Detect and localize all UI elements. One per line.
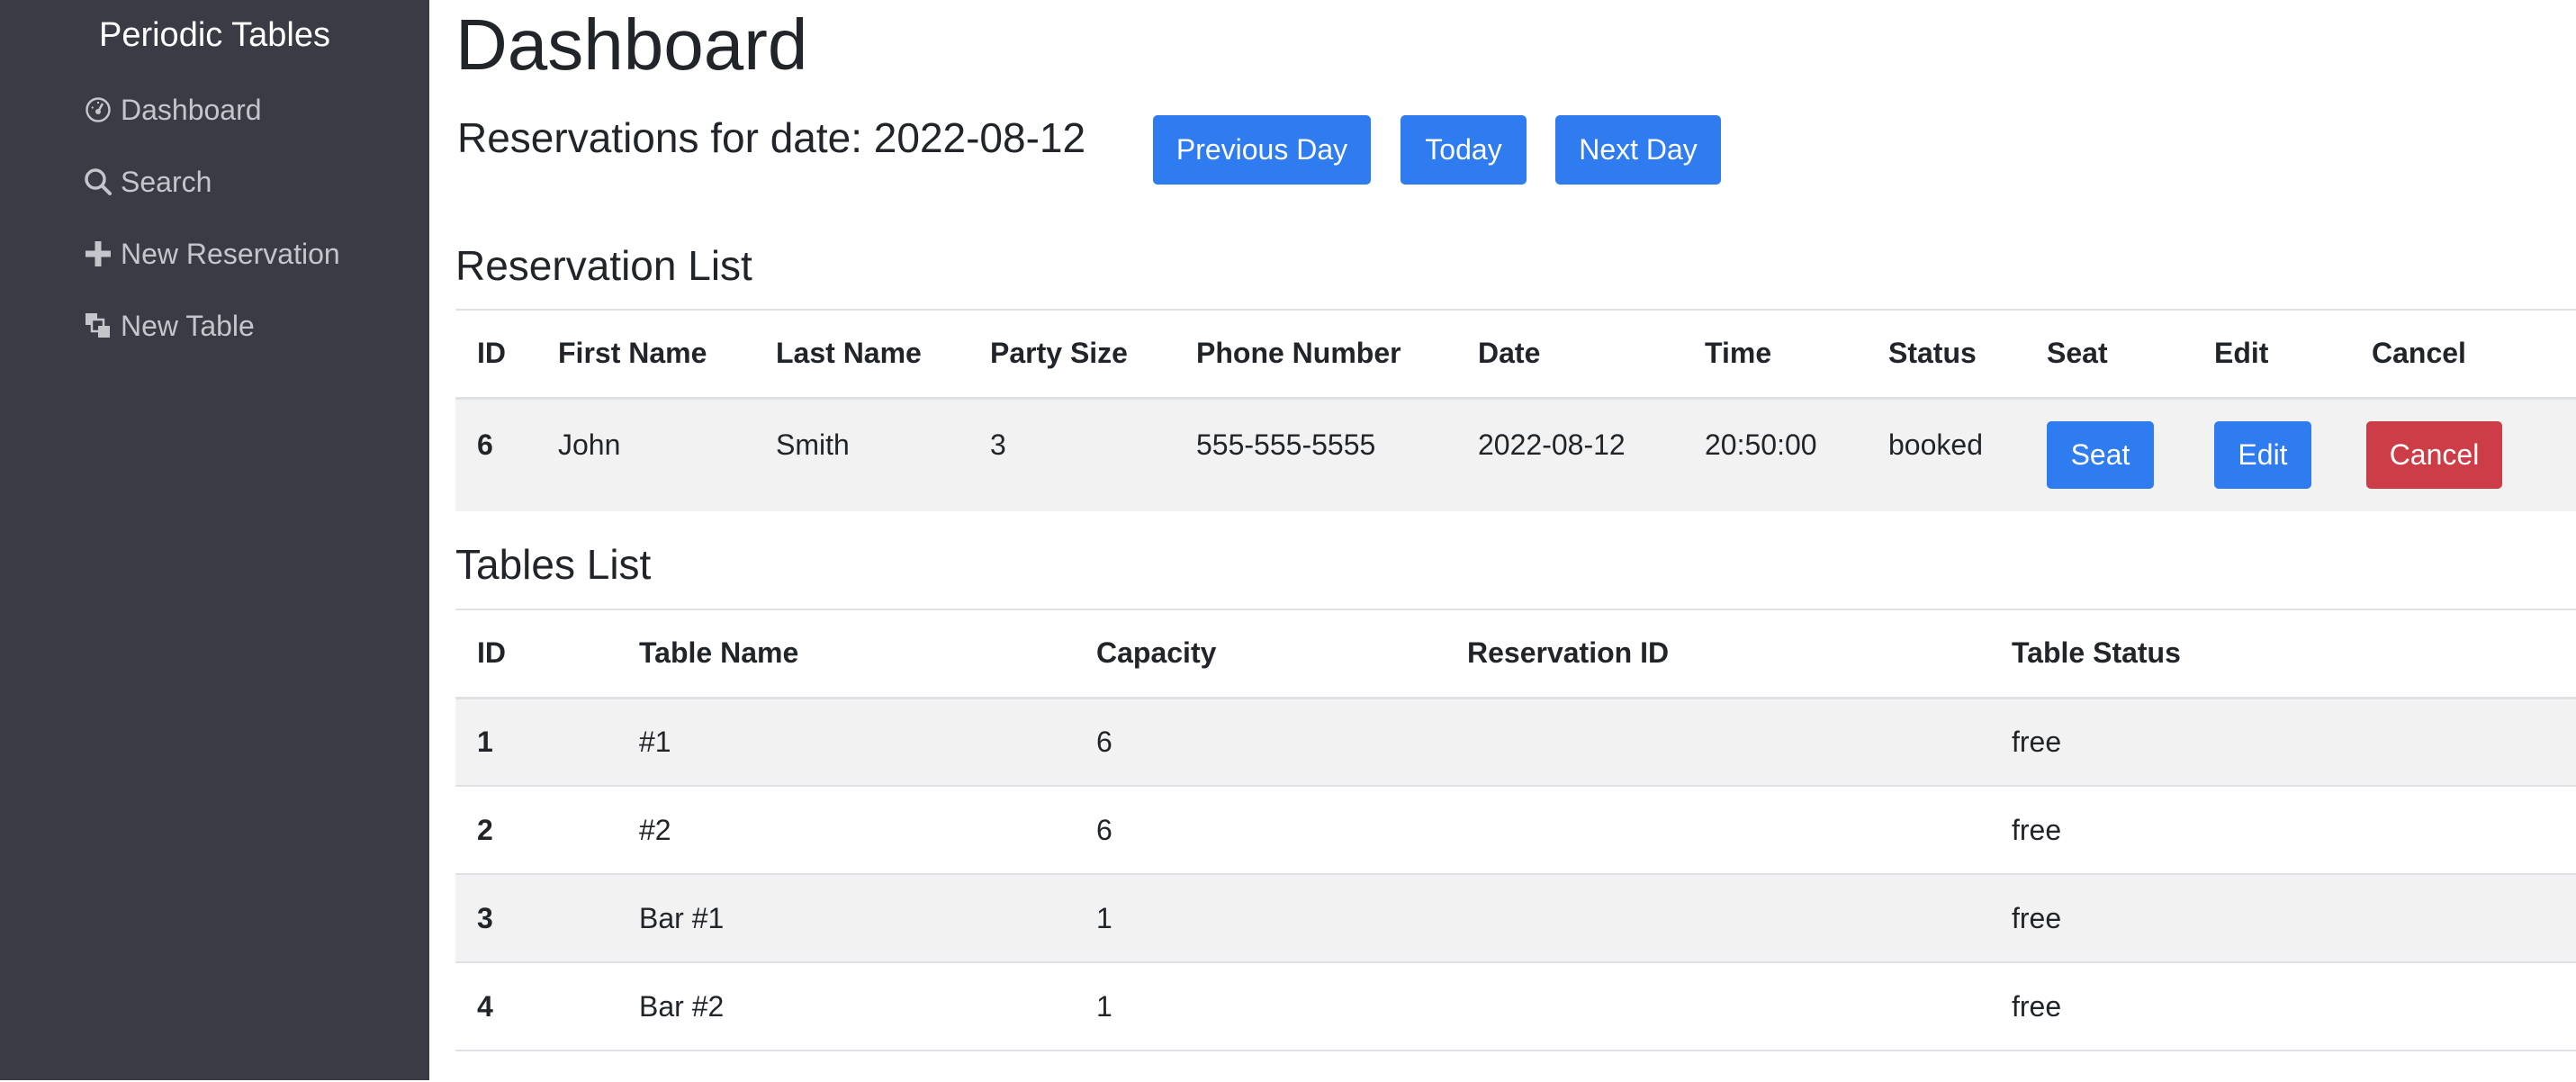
table-header-row: ID First Name Last Name Party Size Phone…: [455, 310, 2576, 398]
column-header: ID: [477, 636, 506, 670]
table-header-row: ID Table Name Capacity Reservation ID Ta…: [455, 609, 2576, 698]
column-header: Time: [1705, 337, 1772, 370]
column-header: Date: [1478, 337, 1541, 370]
table-name: Bar #1: [639, 901, 725, 934]
sidebar-item-new-table[interactable]: New Table: [83, 303, 255, 348]
reservation-status: booked: [1888, 428, 1983, 462]
column-header: First Name: [558, 337, 707, 370]
table-row: 1 #1 6 free: [455, 698, 2576, 786]
table-capacity: 1: [1096, 901, 1112, 934]
page-title: Dashboard: [455, 5, 808, 85]
table-row: 4 Bar #2 1 free: [455, 962, 2576, 1050]
table-capacity: 6: [1096, 813, 1112, 846]
sidebar-item-label: New Table: [121, 309, 255, 342]
seat-cell: Seat: [2025, 398, 2193, 511]
table-capacity: 1: [1096, 989, 1112, 1023]
search-icon: [83, 167, 113, 197]
sidebar: Periodic Tables Dashboard Search New Res…: [0, 0, 429, 1080]
table-id: 1: [477, 725, 493, 758]
table-id: 4: [477, 989, 493, 1023]
sidebar-item-label: New Reservation: [121, 237, 340, 270]
last-name: Smith: [776, 428, 850, 462]
tables-table: ID Table Name Capacity Reservation ID Ta…: [455, 609, 2576, 1051]
column-header: Edit: [2214, 337, 2269, 370]
column-header: Cancel: [2372, 337, 2466, 370]
edit-button[interactable]: Edit: [2214, 421, 2311, 490]
reservation-list-title: Reservation List: [455, 242, 752, 289]
previous-day-button[interactable]: Previous Day: [1153, 115, 1371, 185]
column-header: Seat: [2047, 337, 2108, 370]
column-header: Last Name: [776, 337, 922, 370]
table-row: 2 #2 6 free: [455, 786, 2576, 874]
column-header: Party Size: [990, 337, 1128, 370]
table-status: free: [2012, 901, 2062, 934]
main-content: Dashboard Reservations for date: 2022-08…: [429, 0, 2576, 1082]
column-header: Reservation ID: [1467, 636, 1670, 670]
today-button[interactable]: Today: [1401, 115, 1527, 185]
table-icon: [83, 311, 113, 341]
seat-button[interactable]: Seat: [2047, 421, 2154, 490]
tables-list-title: Tables List: [455, 541, 652, 588]
reservation-id: 6: [477, 428, 493, 462]
reservation-table: ID First Name Last Name Party Size Phone…: [455, 309, 2576, 511]
next-day-button[interactable]: Next Day: [1555, 115, 1721, 185]
sidebar-item-search[interactable]: Search: [83, 159, 212, 204]
date-heading: Reservations for date: 2022-08-12: [457, 114, 1086, 161]
column-header: Table Name: [639, 636, 799, 670]
table-reservation-id: [1446, 698, 1990, 786]
party-size: 3: [990, 428, 1006, 462]
cancel-cell: Cancel: [2350, 398, 2576, 511]
phone-number: 555-555-5555: [1196, 428, 1376, 462]
reservation-date: 2022-08-12: [1478, 428, 1626, 462]
table-row: 6 John Smith 3 555-555-5555 2022-08-12 2…: [455, 398, 2576, 511]
plus-icon: [83, 239, 113, 269]
column-header: Phone Number: [1196, 337, 1401, 370]
cancel-button[interactable]: Cancel: [2366, 421, 2502, 490]
table-capacity: 6: [1096, 725, 1112, 758]
column-header: Table Status: [2012, 636, 2181, 670]
brand-title[interactable]: Periodic Tables: [0, 16, 429, 55]
table-id: 2: [477, 813, 493, 846]
table-status: free: [2012, 989, 2062, 1023]
table-status: free: [2012, 813, 2062, 846]
first-name: John: [558, 428, 621, 462]
table-reservation-id: [1446, 962, 1990, 1050]
sidebar-item-new-reservation[interactable]: New Reservation: [83, 231, 340, 276]
table-status: free: [2012, 725, 2062, 758]
sidebar-item-label: Search: [121, 165, 212, 198]
table-row: 3 Bar #1 1 free: [455, 874, 2576, 962]
column-header: ID: [477, 337, 506, 370]
sidebar-item-dashboard[interactable]: Dashboard: [83, 87, 262, 132]
column-header: Status: [1888, 337, 1977, 370]
table-id: 3: [477, 901, 493, 934]
dashboard-icon: [83, 95, 113, 125]
sidebar-item-label: Dashboard: [121, 93, 262, 126]
table-reservation-id: [1446, 874, 1990, 962]
table-name: Bar #2: [639, 989, 725, 1023]
reservation-time: 20:50:00: [1705, 428, 1817, 462]
table-reservation-id: [1446, 786, 1990, 874]
table-name: #2: [639, 813, 671, 846]
table-name: #1: [639, 725, 671, 758]
column-header: Capacity: [1096, 636, 1217, 670]
edit-cell: Edit: [2193, 398, 2350, 511]
